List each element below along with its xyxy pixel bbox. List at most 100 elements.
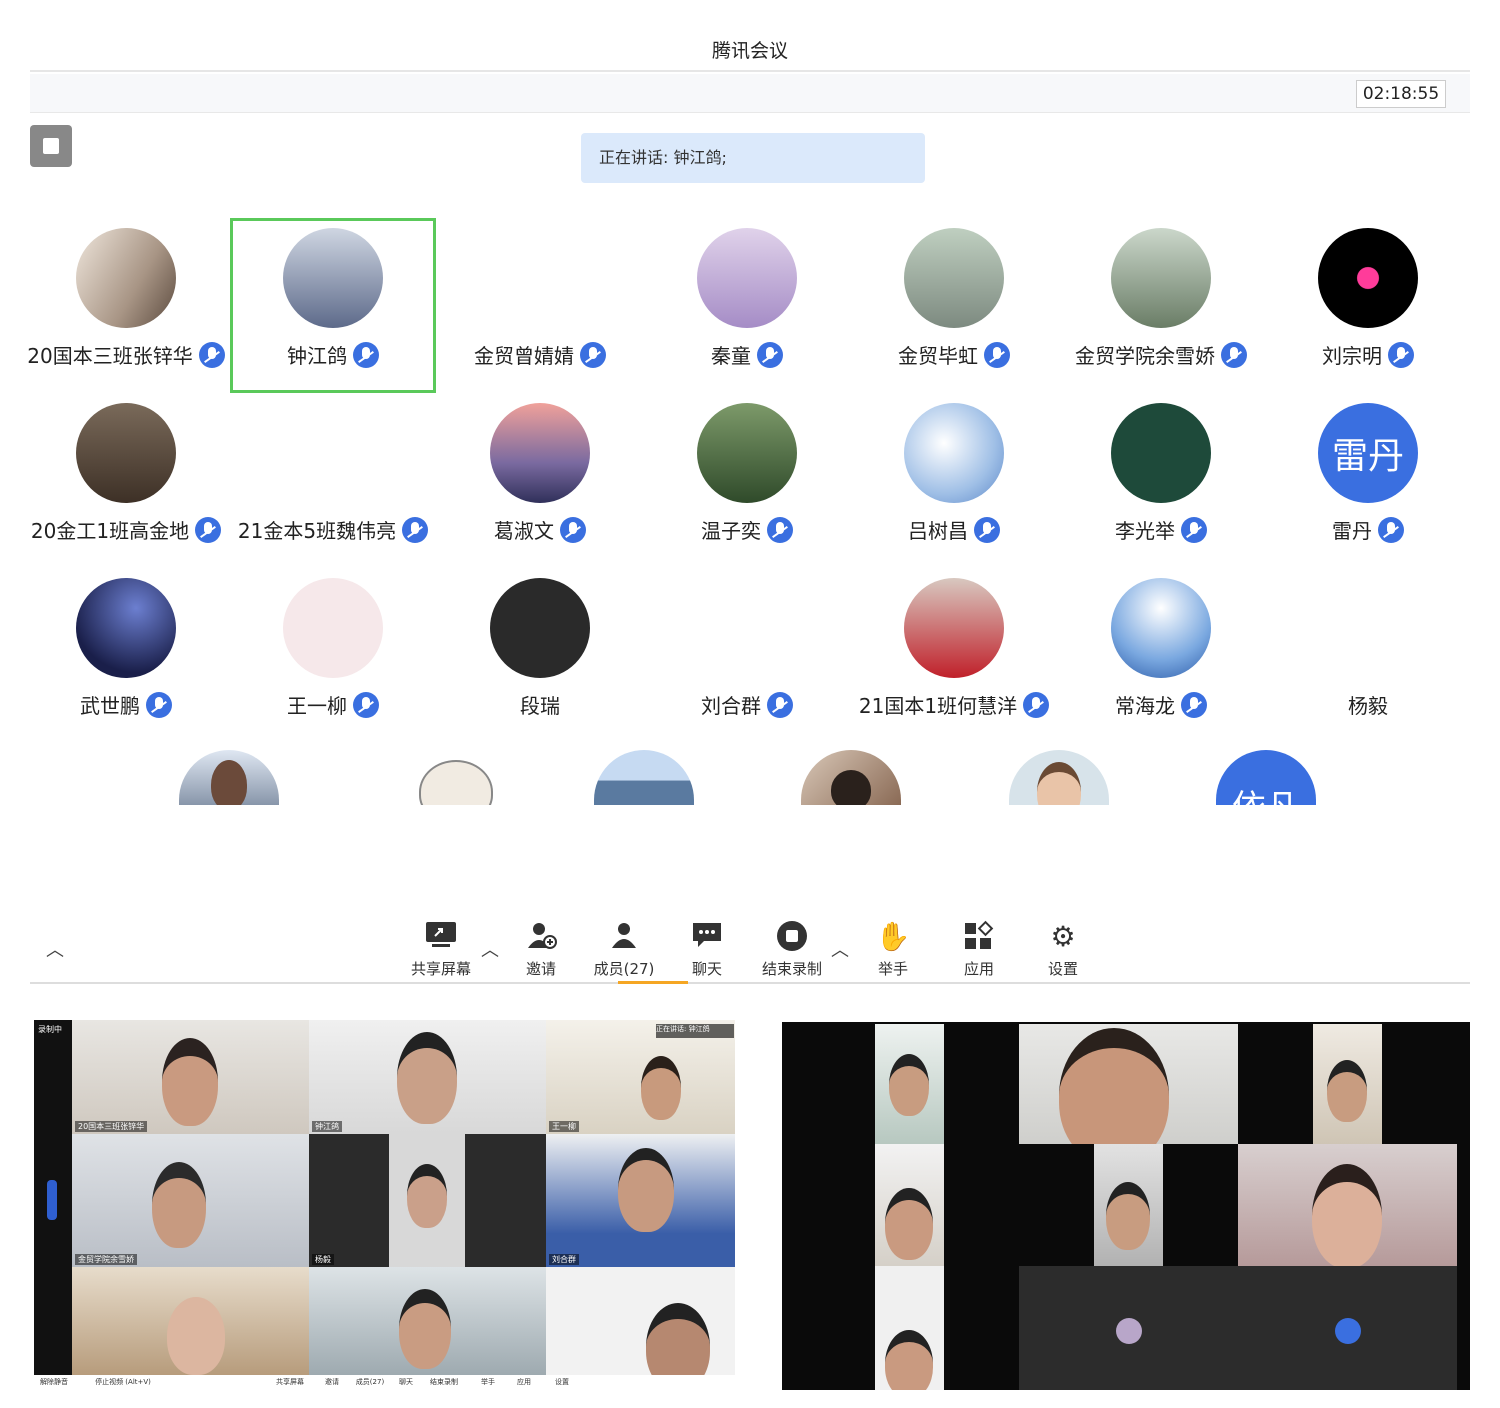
share-options-chevron-icon[interactable]: ︿: [481, 936, 499, 962]
invite-button[interactable]: 邀请: [514, 920, 568, 979]
participant-tile[interactable]: 21国本1班何慧洋: [851, 568, 1057, 743]
record-options-chevron-icon[interactable]: ︿: [831, 936, 849, 962]
participant-tile[interactable]: 雷丹 雷丹: [1265, 393, 1471, 568]
participant-tile[interactable]: 钟江鸽: [230, 218, 436, 393]
participant-name: 王一柳: [287, 694, 347, 718]
participant-tile[interactable]: 刘宗明: [1265, 218, 1471, 393]
participant-name-row: 温子奕: [644, 515, 850, 544]
members-label: 成员(27): [593, 960, 655, 978]
participant-tile[interactable]: 刘合群: [644, 568, 850, 743]
participant-name: 段瑞: [520, 694, 560, 718]
participant-avatar[interactable]: [594, 750, 694, 805]
microphone-icon: [1221, 342, 1247, 368]
participant-name: 葛淑文: [494, 519, 554, 543]
participant-tile[interactable]: 常海龙: [1058, 568, 1264, 743]
participant-tile[interactable]: 金贸毕虹: [851, 218, 1057, 393]
participant-tile[interactable]: 20金工1班高金地: [23, 393, 229, 568]
microphone-icon: [757, 342, 783, 368]
chevron-up-icon[interactable]: ︿: [46, 936, 64, 962]
microphone-icon: [1181, 692, 1207, 718]
participant-tile[interactable]: 吕树昌: [851, 393, 1057, 568]
chat-button[interactable]: 聊天: [680, 920, 734, 979]
participant-tile[interactable]: 金贸学院余雪娇: [1058, 218, 1264, 393]
participant-avatar-letters[interactable]: 依凡: [1216, 750, 1316, 805]
participant-name: 李光举: [1115, 519, 1175, 543]
participant-avatar[interactable]: [409, 750, 509, 805]
chat-label: 聊天: [691, 960, 722, 978]
microphone-icon: [1181, 517, 1207, 543]
apps-button[interactable]: 应用: [952, 920, 1006, 979]
microphone-icon: [195, 517, 222, 543]
microphone-icon: [767, 692, 793, 718]
participant-name-row: 杨毅: [1265, 690, 1471, 719]
participant-avatar: [1318, 228, 1418, 328]
participant-name-row: 金贸学院余雪娇: [1058, 340, 1264, 369]
participant-tile[interactable]: 李光举: [1058, 393, 1264, 568]
participant-avatar: [904, 228, 1004, 328]
participant-tile[interactable]: 段瑞: [437, 568, 643, 743]
end-recording-label: 结束录制: [761, 960, 822, 978]
video-name-tag: 刘合群: [549, 1254, 579, 1265]
participant-avatar: [1111, 578, 1211, 678]
chat-icon: [680, 920, 734, 954]
participant-tile[interactable]: 秦童: [644, 218, 850, 393]
share-screen-icon: [404, 920, 478, 954]
participant-name: 雷丹: [1332, 519, 1372, 543]
gear-icon: ⚙: [1050, 920, 1076, 953]
video-name-tag: 王一柳: [549, 1121, 579, 1132]
share-screen-label: 共享屏幕: [410, 960, 471, 978]
participant-name-row: 刘宗明: [1265, 340, 1471, 369]
participant-tile[interactable]: 温子奕: [644, 393, 850, 568]
microphone-icon: [974, 517, 1000, 543]
participant-name-row: 吕树昌: [851, 515, 1057, 544]
participant-avatar: [283, 403, 383, 503]
participant-avatar: [697, 403, 797, 503]
participant-name-row: 金贸毕虹: [851, 340, 1057, 369]
participant-name-row: 雷丹: [1265, 515, 1471, 544]
participant-avatar: [283, 578, 383, 678]
participant-avatar: [697, 578, 797, 678]
microphone-icon: [767, 517, 793, 543]
end-recording-button[interactable]: 结束录制: [756, 920, 828, 979]
participant-name: 20国本三班张锌华: [27, 344, 193, 368]
apps-icon: [952, 920, 1006, 954]
meeting-timer: 02:18:55: [1356, 80, 1446, 108]
participant-avatar: [1111, 403, 1211, 503]
participant-tile[interactable]: 21金本5班魏伟亮: [230, 393, 436, 568]
microphone-icon: [146, 692, 172, 718]
participant-name-row: 21国本1班何慧洋: [851, 690, 1057, 719]
participant-name: 武世鹏: [80, 694, 140, 718]
participant-tile[interactable]: 葛淑文: [437, 393, 643, 568]
participant-name-row: 金贸曾婧婧: [437, 340, 643, 369]
title-divider: [30, 70, 1470, 72]
participant-avatar: [904, 578, 1004, 678]
participant-name-row: 刘合群: [644, 690, 850, 719]
hand-icon: ✋: [875, 920, 911, 953]
microphone-icon: [353, 342, 379, 368]
participant-tile[interactable]: 20国本三班张锌华: [23, 218, 229, 393]
settings-label: 设置: [1047, 960, 1078, 978]
settings-button[interactable]: ⚙ 设置: [1036, 920, 1090, 979]
participant-name-row: 王一柳: [230, 690, 436, 719]
microphone-icon: [580, 342, 606, 368]
participant-tile[interactable]: 王一柳: [230, 568, 436, 743]
participant-avatar[interactable]: [179, 750, 279, 805]
share-screen-button[interactable]: 共享屏幕: [404, 920, 478, 979]
participant-avatar: [76, 228, 176, 328]
participant-name: 吕树昌: [908, 519, 968, 543]
participant-tile[interactable]: 杨毅: [1265, 568, 1471, 743]
raise-hand-label: 举手: [877, 960, 908, 978]
record-icon: [756, 920, 828, 954]
participant-tile[interactable]: 武世鹏: [23, 568, 229, 743]
participant-avatar[interactable]: [801, 750, 901, 805]
participant-name: 钟江鸽: [287, 344, 347, 368]
participant-avatar[interactable]: [1009, 750, 1109, 805]
members-button[interactable]: 成员(27): [588, 920, 660, 979]
participant-avatar: [490, 228, 590, 328]
side-panel-toggle[interactable]: [47, 1180, 57, 1220]
participant-tile[interactable]: 金贸曾婧婧: [437, 218, 643, 393]
participant-avatar: [1318, 578, 1418, 678]
stop-recording-icon[interactable]: [30, 125, 72, 167]
participant-avatar: [76, 403, 176, 503]
raise-hand-button[interactable]: ✋ 举手: [866, 920, 920, 979]
